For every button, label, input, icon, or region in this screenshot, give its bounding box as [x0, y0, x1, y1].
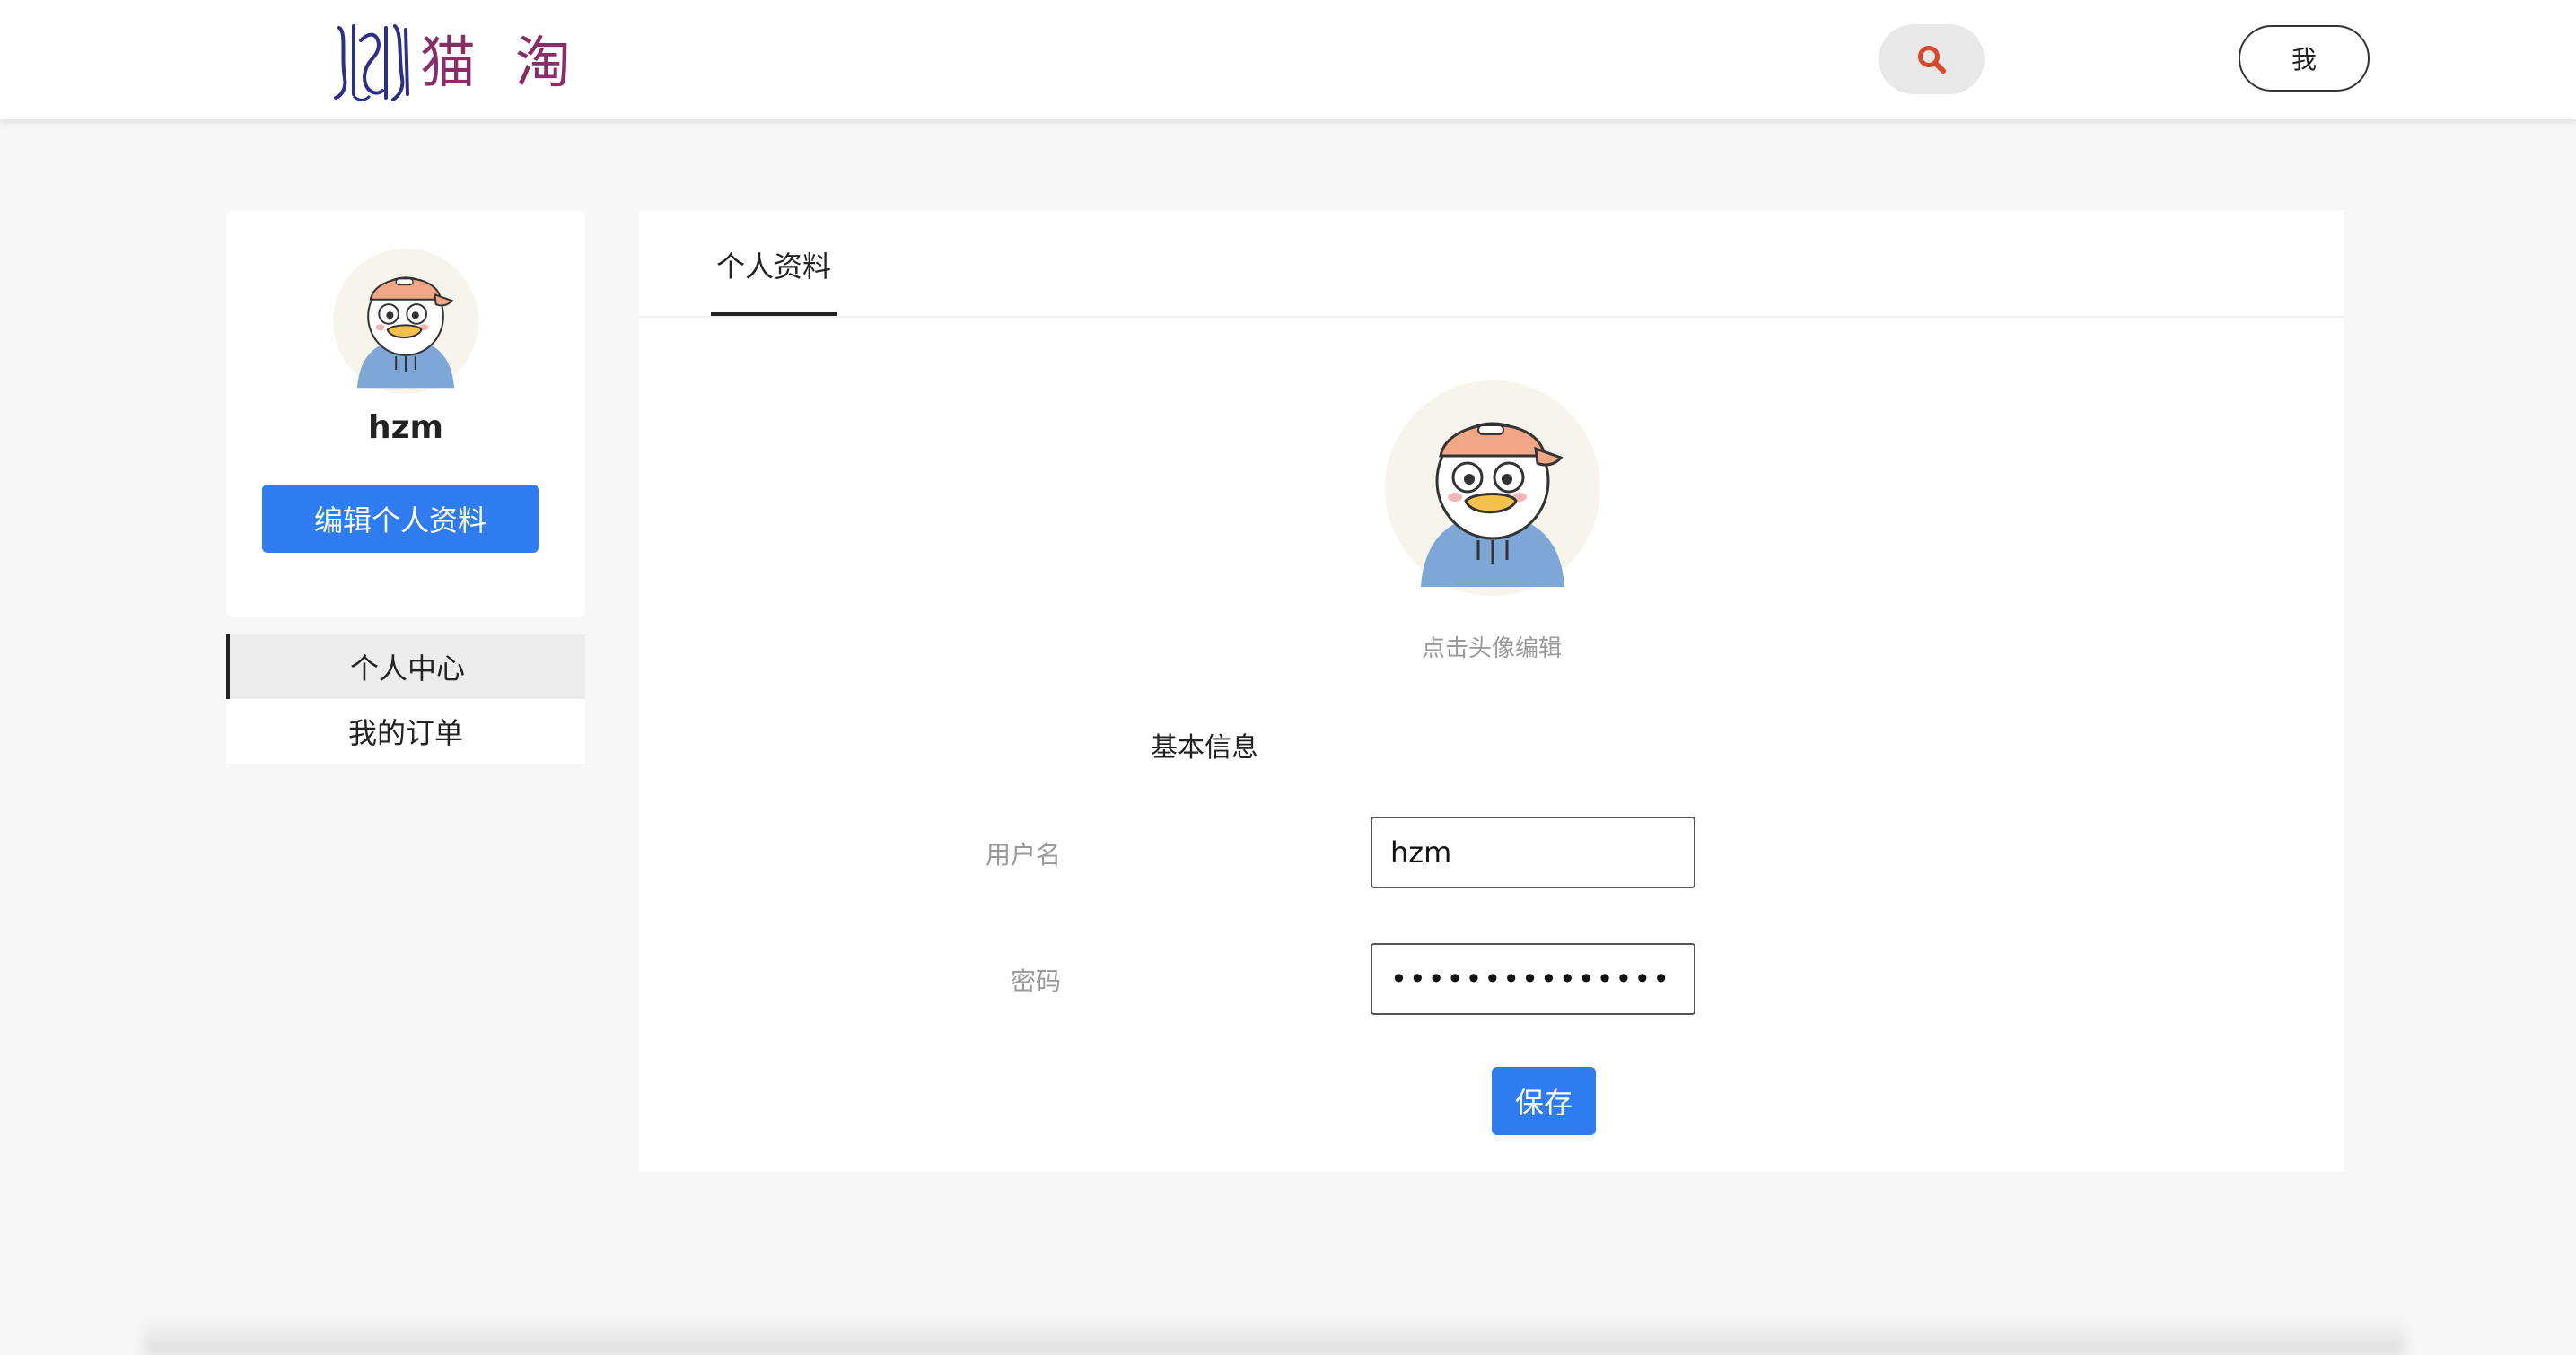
avatar-upload[interactable] — [1385, 380, 1600, 596]
logo-text: 猫淘 — [420, 30, 611, 95]
avatar[interactable] — [333, 249, 478, 394]
account-button[interactable]: 我 — [2239, 25, 2370, 92]
save-button[interactable]: 保存 — [1492, 1067, 1596, 1135]
bottom-edge-shadow — [144, 1319, 2405, 1355]
edit-profile-button[interactable]: 编辑个人资料 — [262, 485, 539, 553]
username-label: 用户名 — [985, 840, 1061, 870]
search-button[interactable] — [1879, 24, 1985, 94]
top-navbar: 猫淘 我 — [0, 0, 2576, 119]
search-icon — [1918, 46, 1946, 74]
logo-mark-icon — [334, 24, 409, 101]
avatar-edit-hint: 点击头像编辑 — [1421, 635, 1562, 662]
profile-panel: 个人资料 点击头像编辑 基本信息 用户名 密码 保存 — [639, 210, 2344, 1172]
section-title-basic-info: 基本信息 — [1151, 732, 1258, 764]
password-input[interactable] — [1371, 943, 1695, 1015]
site-logo[interactable]: 猫淘 — [334, 20, 610, 106]
tab-bar: 个人资料 — [639, 210, 2344, 318]
tab-profile[interactable]: 个人资料 — [711, 244, 837, 316]
sidebar-nav: 个人中心 我的订单 — [226, 634, 585, 764]
password-label: 密码 — [1010, 966, 1061, 996]
sidebar-item-my-orders[interactable]: 我的订单 — [226, 699, 585, 764]
sidebar-item-personal-center[interactable]: 个人中心 — [226, 634, 585, 699]
profile-card: hzm 编辑个人资料 — [226, 210, 585, 617]
profile-username: hzm — [367, 409, 444, 446]
username-input[interactable] — [1371, 817, 1695, 888]
